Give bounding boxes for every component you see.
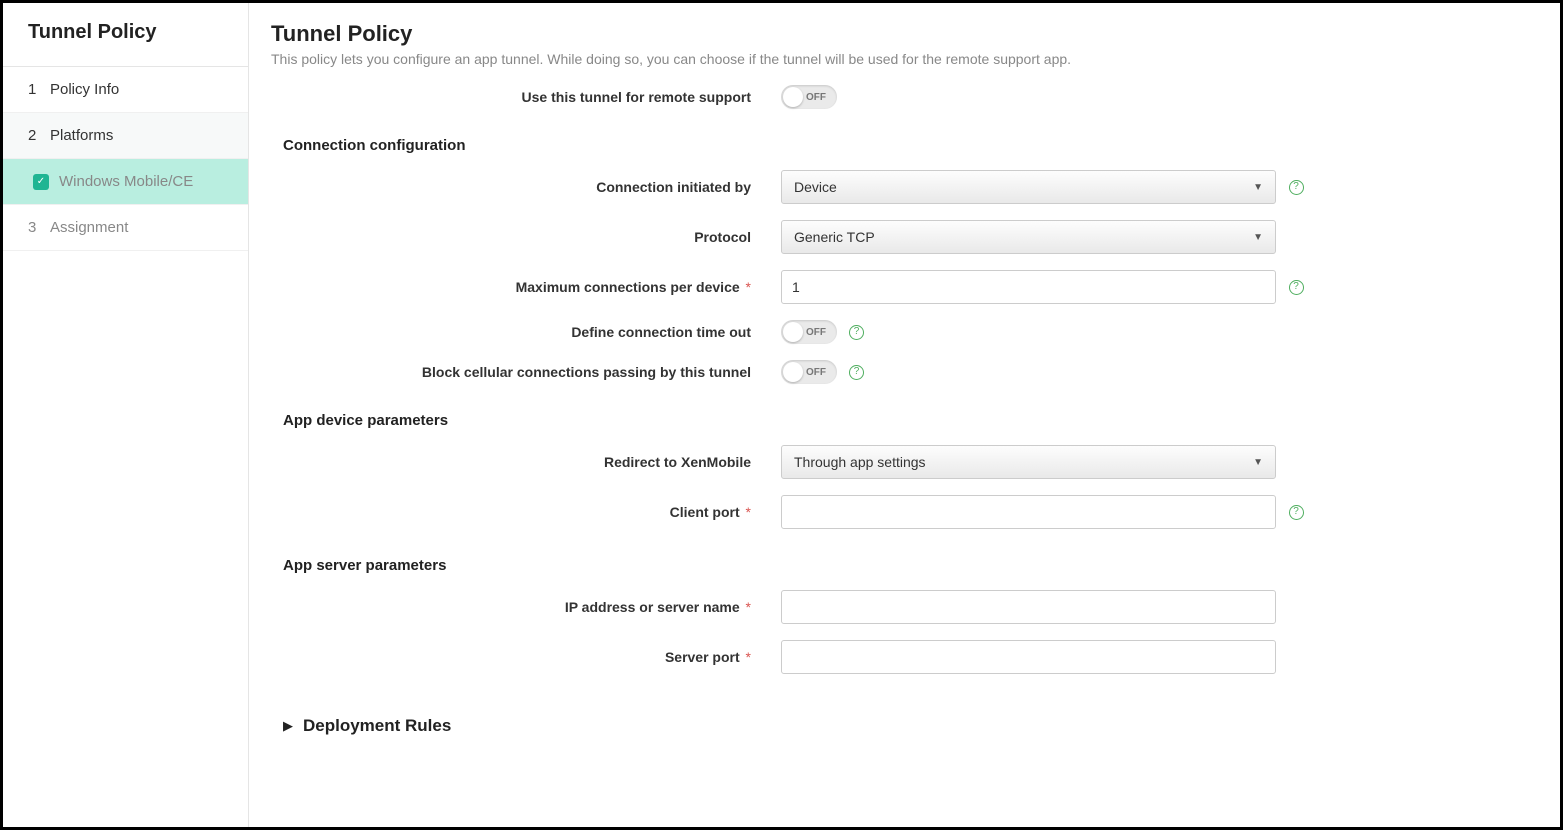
deployment-rules-toggle[interactable]: ▶ Deployment Rules [271, 716, 1530, 736]
row-max-connections: Maximum connections per device * ? [271, 270, 1530, 304]
select-initiated-by[interactable]: Device ▼ [781, 170, 1276, 204]
help-icon[interactable]: ? [1289, 505, 1304, 520]
row-initiated-by: Connection initiated by Device ▼ ? [271, 170, 1530, 204]
caret-down-icon: ▼ [1253, 182, 1263, 193]
select-value: Through app settings [794, 454, 926, 470]
heading-app-device-params: App device parameters [271, 412, 1530, 429]
checkbox-checked-icon[interactable]: ✓ [33, 174, 49, 190]
help-icon[interactable]: ? [1289, 280, 1304, 295]
sidebar-item-assignment[interactable]: 3 Assignment [3, 205, 248, 251]
input-ip-server-name[interactable] [781, 590, 1276, 624]
label-max-connections: Maximum connections per device * [271, 279, 781, 295]
page-title: Tunnel Policy [271, 21, 1530, 47]
row-ip-server-name: IP address or server name * [271, 590, 1530, 624]
label-initiated-by: Connection initiated by [271, 179, 781, 195]
row-server-port: Server port * [271, 640, 1530, 674]
select-protocol[interactable]: Generic TCP ▼ [781, 220, 1276, 254]
label-connection-timeout: Define connection time out [271, 324, 781, 340]
select-value: Generic TCP [794, 229, 875, 245]
label-client-port: Client port * [271, 504, 781, 520]
triangle-right-icon: ▶ [283, 718, 293, 734]
page-description: This policy lets you configure an app tu… [271, 51, 1530, 67]
label-text: Server port [665, 649, 740, 665]
step-number: 1 [28, 81, 40, 98]
step-number: 3 [28, 219, 40, 236]
required-asterisk: * [746, 279, 751, 295]
label-server-port: Server port * [271, 649, 781, 665]
heading-connection-config: Connection configuration [271, 137, 1530, 154]
label-remote-support: Use this tunnel for remote support [271, 89, 781, 105]
label-redirect-xenmobile: Redirect to XenMobile [271, 454, 781, 470]
row-block-cellular: Block cellular connections passing by th… [271, 360, 1530, 384]
caret-down-icon: ▼ [1253, 457, 1263, 468]
select-redirect-xenmobile[interactable]: Through app settings ▼ [781, 445, 1276, 479]
toggle-knob [783, 362, 803, 382]
sidebar-title: Tunnel Policy [3, 3, 248, 67]
required-asterisk: * [746, 599, 751, 615]
input-max-connections[interactable] [781, 270, 1276, 304]
label-text: Maximum connections per device [516, 279, 740, 295]
heading-app-server-params: App server parameters [271, 557, 1530, 574]
sidebar: Tunnel Policy 1 Policy Info 2 Platforms … [3, 3, 249, 827]
row-protocol: Protocol Generic TCP ▼ [271, 220, 1530, 254]
sidebar-subitem-windows-mobile-ce[interactable]: ✓ Windows Mobile/CE [3, 159, 248, 205]
row-redirect-xenmobile: Redirect to XenMobile Through app settin… [271, 445, 1530, 479]
required-asterisk: * [746, 649, 751, 665]
toggle-remote-support[interactable]: OFF [781, 85, 837, 109]
row-client-port: Client port * ? [271, 495, 1530, 529]
toggle-connection-timeout[interactable]: OFF [781, 320, 837, 344]
sidebar-item-label: Assignment [50, 219, 128, 236]
sidebar-item-label: Policy Info [50, 81, 119, 98]
label-ip-server-name: IP address or server name * [271, 599, 781, 615]
label-block-cellular: Block cellular connections passing by th… [271, 364, 781, 380]
sidebar-item-policy-info[interactable]: 1 Policy Info [3, 67, 248, 113]
label-text: Client port [670, 504, 740, 520]
input-server-port[interactable] [781, 640, 1276, 674]
main-content: Tunnel Policy This policy lets you confi… [249, 3, 1560, 827]
toggle-knob [783, 87, 803, 107]
required-asterisk: * [746, 504, 751, 520]
sidebar-item-platforms[interactable]: 2 Platforms [3, 113, 248, 159]
sidebar-item-label: Windows Mobile/CE [59, 173, 193, 190]
select-value: Device [794, 179, 837, 195]
deployment-rules-label: Deployment Rules [303, 716, 451, 736]
step-number: 2 [28, 127, 40, 144]
row-remote-support: Use this tunnel for remote support OFF [271, 85, 1530, 109]
label-text: IP address or server name [565, 599, 740, 615]
toggle-block-cellular[interactable]: OFF [781, 360, 837, 384]
sidebar-item-label: Platforms [50, 127, 113, 144]
row-connection-timeout: Define connection time out OFF ? [271, 320, 1530, 344]
help-icon[interactable]: ? [1289, 180, 1304, 195]
label-protocol: Protocol [271, 229, 781, 245]
input-client-port[interactable] [781, 495, 1276, 529]
caret-down-icon: ▼ [1253, 232, 1263, 243]
help-icon[interactable]: ? [849, 365, 864, 380]
help-icon[interactable]: ? [849, 325, 864, 340]
toggle-knob [783, 322, 803, 342]
